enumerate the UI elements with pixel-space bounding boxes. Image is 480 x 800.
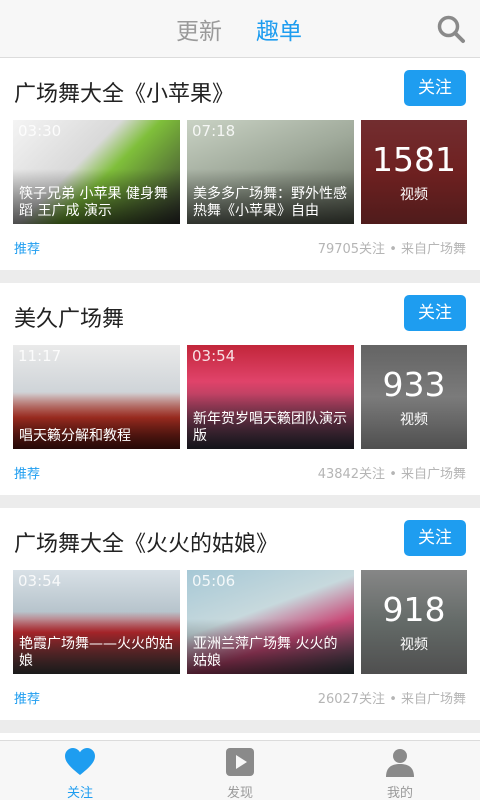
video-thumbnail[interactable]: 11:17 唱天籁分解和教程 (13, 345, 180, 449)
nav-label: 关注 (66, 786, 93, 800)
follow-button[interactable]: 关注 (404, 70, 466, 106)
follow-button[interactable]: 关注 (404, 295, 466, 331)
nav-mine[interactable]: 我的 (320, 741, 480, 800)
heart-icon (65, 748, 95, 775)
card-title: 广场舞大全《小苹果》 (14, 82, 235, 107)
recommend-tag: 推荐 (14, 242, 41, 257)
video-duration: 11:17 (18, 347, 62, 365)
person-icon (386, 749, 414, 777)
recommend-tag: 推荐 (14, 467, 41, 482)
video-title: 唱天籁分解和教程 (19, 428, 131, 444)
video-title: 艳霞广场舞——火火的姑娘 (19, 636, 173, 669)
search-icon[interactable] (436, 14, 466, 44)
video-count: 918 (382, 590, 446, 629)
video-count-label: 视频 (400, 637, 428, 653)
video-duration: 07:18 (192, 122, 236, 140)
card-title: 广场舞大全《火火的姑娘》 (14, 532, 279, 557)
video-thumbnail[interactable]: 05:06 亚洲兰萍广场舞 火火的姑娘 (187, 570, 354, 674)
more-videos-tile[interactable]: 1581 视频 (361, 120, 467, 224)
playlist-card[interactable]: 广场舞大全《火火的姑娘》 关注 03:54 艳霞广场舞——火火的姑娘 05:06… (0, 508, 480, 720)
video-thumbnail[interactable]: 03:54 新年贺岁唱天籁团队演示版 (187, 345, 354, 449)
follow-meta: 79705关注 • 来自广场舞 (317, 242, 466, 257)
video-duration: 03:54 (192, 347, 236, 365)
follow-button[interactable]: 关注 (404, 520, 466, 556)
video-duration: 03:30 (18, 122, 62, 140)
nav-label: 发现 (226, 786, 253, 800)
video-count-label: 视频 (400, 187, 428, 203)
video-count: 1581 (372, 140, 456, 179)
follow-meta: 43842关注 • 来自广场舞 (317, 467, 466, 482)
nav-follow[interactable]: 关注 (0, 741, 160, 800)
video-duration: 05:06 (192, 572, 236, 590)
card-title: 美久广场舞 (14, 307, 125, 332)
video-title: 筷子兄弟 小苹果 健身舞蹈 王广成 演示 (19, 186, 168, 219)
video-thumbnail[interactable]: 07:18 美多多广场舞：野外性感热舞《小苹果》自由 (187, 120, 354, 224)
tab-qudan[interactable]: 趣单 (256, 12, 302, 46)
playlist-card[interactable]: 美久广场舞 关注 11:17 唱天籁分解和教程 03:54 新年贺岁唱天籁团队演… (0, 283, 480, 495)
nav-discover[interactable]: 发现 (160, 741, 320, 800)
bottom-nav: 关注 发现 我的 (0, 740, 480, 800)
playlist-card[interactable]: 广场舞大全《小苹果》 关注 03:30 筷子兄弟 小苹果 健身舞蹈 王广成 演示… (0, 58, 480, 270)
more-videos-tile[interactable]: 918 视频 (361, 570, 467, 674)
recommend-tag: 推荐 (14, 692, 41, 707)
video-thumbnail[interactable]: 03:30 筷子兄弟 小苹果 健身舞蹈 王广成 演示 (13, 120, 180, 224)
tab-update[interactable]: 更新 (176, 12, 222, 46)
video-title: 亚洲兰萍广场舞 火火的姑娘 (193, 636, 338, 669)
video-duration: 03:54 (18, 572, 62, 590)
video-title: 新年贺岁唱天籁团队演示版 (193, 411, 347, 444)
nav-label: 我的 (386, 786, 413, 800)
top-bar: 更新 趣单 (0, 0, 480, 58)
video-title: 美多多广场舞：野外性感热舞《小苹果》自由 (193, 186, 347, 219)
video-count-label: 视频 (400, 412, 428, 428)
more-videos-tile[interactable]: 933 视频 (361, 345, 467, 449)
play-icon (226, 748, 254, 776)
video-count: 933 (382, 365, 446, 404)
follow-meta: 26027关注 • 来自广场舞 (317, 692, 466, 707)
video-thumbnail[interactable]: 03:54 艳霞广场舞——火火的姑娘 (13, 570, 180, 674)
